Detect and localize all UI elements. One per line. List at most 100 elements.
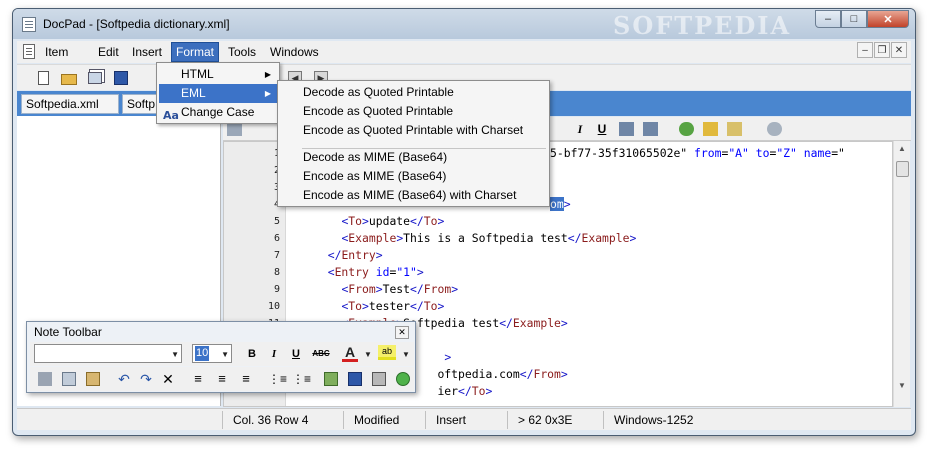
- align-right-icon[interactable]: ≡: [238, 370, 254, 388]
- chevron-down-icon[interactable]: ▼: [402, 350, 412, 359]
- status-position: Col. 36 Row 4: [222, 411, 322, 429]
- font-family-select[interactable]: ▼: [34, 344, 182, 363]
- code-text: <To>update</To>: [341, 214, 445, 228]
- save-icon[interactable]: [348, 372, 362, 386]
- numbered-list-icon[interactable]: ⋮≡: [292, 370, 311, 388]
- font-size-value: 10: [195, 346, 210, 361]
- decode-mime-base64-item[interactable]: Decode as MIME (Base64): [280, 148, 547, 167]
- status-bar: Col. 36 Row 4 Modified Insert > 62 0x3E …: [17, 408, 911, 430]
- scroll-thumb[interactable]: [896, 161, 909, 177]
- menu-edit[interactable]: Edit: [94, 43, 123, 61]
- close-button[interactable]: ✕: [867, 10, 909, 28]
- floppy-disk-icon: [114, 70, 128, 85]
- format-menu-change-case[interactable]: Aa Change Case: [159, 103, 277, 122]
- encode-mime-base64-charset-item[interactable]: Encode as MIME (Base64) with Charset: [280, 186, 547, 205]
- code-line[interactable]: 8 <Entry id="1">: [224, 264, 892, 281]
- cut-icon[interactable]: [227, 122, 242, 136]
- copy-icon[interactable]: [62, 372, 76, 386]
- encode-quoted-printable-item[interactable]: Encode as Quoted Printable: [280, 102, 547, 121]
- insert-image-icon[interactable]: [324, 372, 338, 386]
- format-menu: HTML ▶ EML ▶ Aa Change Case: [156, 62, 280, 124]
- scroll-down-icon[interactable]: ▼: [897, 381, 907, 391]
- code-text: <From>Test</From>: [341, 282, 459, 296]
- code-line[interactable]: 5 <To>update</To>: [224, 213, 892, 230]
- vertical-scrollbar[interactable]: ▲ ▼: [893, 141, 910, 407]
- bullet-list-icon[interactable]: ⋮≡: [268, 370, 287, 388]
- chevron-down-icon: ▼: [171, 350, 179, 359]
- open-multiple-button[interactable]: [85, 68, 105, 87]
- tab-softpedia-xml[interactable]: Softpedia.xml ✕: [21, 94, 119, 130]
- status-modified: Modified: [343, 411, 425, 429]
- line-number: 2: [224, 162, 280, 179]
- menu-tools[interactable]: Tools: [224, 43, 260, 61]
- globe-icon[interactable]: [679, 122, 694, 136]
- menu-item[interactable]: Item: [41, 43, 72, 61]
- code-text: om>: [550, 197, 571, 211]
- document-icon[interactable]: [23, 44, 35, 59]
- menu-item-label: HTML: [181, 67, 214, 81]
- code-line[interactable]: 7 </Entry>: [224, 247, 892, 264]
- align-left-icon[interactable]: ≡: [190, 370, 206, 388]
- note-action-row: ↶ ↷ ✕ ≡ ≡ ≡ ⋮≡ ⋮≡: [30, 367, 414, 391]
- line-number: 3: [224, 179, 280, 196]
- strikethrough-button[interactable]: ABC: [310, 345, 332, 363]
- encode-mime-base64-item[interactable]: Encode as MIME (Base64): [280, 167, 547, 186]
- encode-quoted-printable-charset-item[interactable]: Encode as Quoted Printable with Charset: [280, 121, 547, 140]
- windows-icon: [88, 71, 102, 84]
- decrease-font-icon[interactable]: [643, 122, 658, 136]
- insert-block-icon[interactable]: [727, 122, 742, 136]
- italic-button[interactable]: I: [571, 120, 589, 138]
- underline-button[interactable]: U: [288, 345, 304, 363]
- open-button[interactable]: [59, 68, 79, 87]
- print-icon[interactable]: [372, 372, 386, 386]
- title-bar[interactable]: DocPad - [Softpedia dictionary.xml] SOFT…: [13, 9, 915, 40]
- note-format-row: ▼ 10 ▼ B I U ABC A ▼ ab ▼: [30, 342, 414, 366]
- code-text: <Entry id="1">: [327, 265, 424, 279]
- change-case-icon: Aa: [163, 109, 179, 122]
- italic-button[interactable]: I: [266, 345, 282, 363]
- timer-icon[interactable]: [767, 122, 782, 136]
- delete-icon[interactable]: ✕: [160, 370, 176, 388]
- menu-format[interactable]: Format: [170, 42, 220, 62]
- highlight-button[interactable]: ab: [378, 345, 396, 360]
- code-text: </Entry>: [327, 248, 383, 262]
- insert-list-icon[interactable]: [703, 122, 718, 136]
- minimize-button[interactable]: –: [815, 10, 841, 28]
- save-button[interactable]: [111, 68, 131, 87]
- settings-icon[interactable]: [396, 372, 410, 386]
- format-menu-html[interactable]: HTML ▶: [159, 65, 277, 84]
- chevron-down-icon: ▼: [221, 350, 229, 359]
- menu-item-label: Change Case: [181, 105, 255, 119]
- mdi-close-button[interactable]: ✕: [891, 42, 907, 58]
- menu-insert[interactable]: Insert: [128, 43, 166, 61]
- scroll-up-icon[interactable]: ▲: [897, 144, 907, 154]
- new-document-button[interactable]: [33, 68, 53, 87]
- mdi-restore-button[interactable]: ❐: [874, 42, 890, 58]
- note-toolbar-window[interactable]: Note Toolbar ✕ ▼ 10 ▼ B I U ABC A ▼ ab ▼…: [26, 321, 416, 393]
- undo-icon[interactable]: ↶: [116, 370, 132, 388]
- underline-button[interactable]: U: [593, 120, 611, 138]
- mdi-minimize-button[interactable]: –: [857, 42, 873, 58]
- menu-windows[interactable]: Windows: [266, 43, 323, 61]
- decode-quoted-printable-item[interactable]: Decode as Quoted Printable: [280, 83, 547, 102]
- increase-font-icon[interactable]: [619, 122, 634, 136]
- menu-item-label: EML: [181, 86, 206, 100]
- new-file-icon: [37, 70, 49, 85]
- align-center-icon[interactable]: ≡: [214, 370, 230, 388]
- redo-icon[interactable]: ↷: [138, 370, 154, 388]
- menu-bar: Item Edit Insert Format Tools Windows – …: [17, 41, 911, 63]
- note-toolbar-close-icon[interactable]: ✕: [395, 326, 409, 339]
- window-title: DocPad - [Softpedia dictionary.xml]: [43, 17, 230, 31]
- docpad-app-icon[interactable]: [22, 17, 36, 32]
- bold-button[interactable]: B: [244, 345, 260, 363]
- code-line[interactable]: 6 <Example>This is a Softpedia test</Exa…: [224, 230, 892, 247]
- format-menu-eml[interactable]: EML ▶: [159, 84, 277, 103]
- paste-icon[interactable]: [86, 372, 100, 386]
- font-color-button[interactable]: A: [342, 345, 358, 362]
- font-size-select[interactable]: 10 ▼: [192, 344, 232, 363]
- status-encoding: Windows-1252: [603, 411, 713, 429]
- maximize-button[interactable]: □: [841, 10, 867, 28]
- cut-icon[interactable]: [38, 372, 52, 386]
- code-line[interactable]: 10 <To>tester</To>: [224, 298, 892, 315]
- code-line[interactable]: 9 <From>Test</From>: [224, 281, 892, 298]
